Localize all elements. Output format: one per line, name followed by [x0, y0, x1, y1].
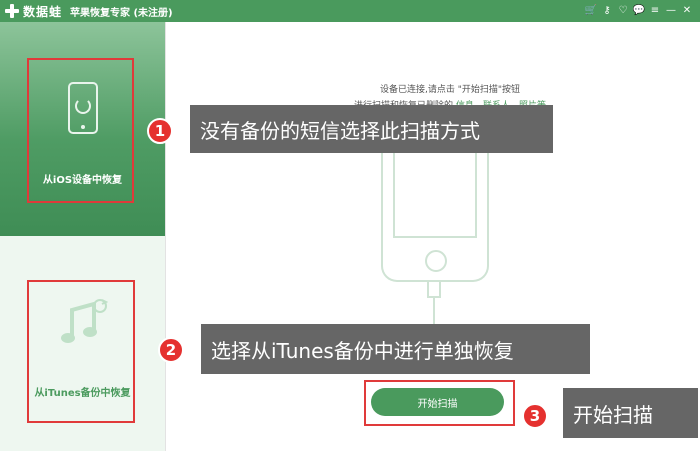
cart-icon[interactable]: 🛒 [584, 2, 598, 20]
highlight-box [27, 58, 134, 203]
heart-icon[interactable]: ♡ [616, 2, 630, 20]
cable-plug-icon [427, 282, 441, 298]
instruction-line: 设备已连接,请点击 "开始扫描"按钮 [379, 85, 520, 95]
callout-label: 开始扫描 [563, 388, 698, 438]
callout-number-badge: 2 [158, 337, 184, 363]
menu-icon[interactable]: ≡ [648, 2, 662, 20]
chat-icon[interactable]: 💬 [632, 2, 646, 20]
key-icon[interactable]: ⚷ [600, 2, 614, 20]
logo-cross-icon [4, 3, 20, 19]
callout-number-badge: 1 [147, 118, 173, 144]
app-logo: 数据蛙 [4, 2, 62, 20]
sidebar-divider [165, 22, 166, 451]
close-icon[interactable]: ✕ [680, 2, 694, 20]
highlight-box [27, 280, 135, 423]
minimize-icon[interactable]: — [664, 2, 678, 20]
title-bar: 数据蛙 苹果恢复专家 (未注册) 🛒 ⚷ ♡ 💬 ≡ — ✕ [0, 0, 700, 22]
callout-label: 选择从iTunes备份中进行单独恢复 [201, 324, 590, 374]
callout-number-badge: 3 [522, 403, 548, 429]
titlebar-controls: 🛒 ⚷ ♡ 💬 ≡ — ✕ [584, 2, 694, 20]
highlight-box [364, 380, 515, 426]
logo-text: 数据蛙 [23, 4, 63, 19]
app-title: 苹果恢复专家 (未注册) [70, 8, 173, 19]
phone-home-button [425, 250, 447, 272]
callout-label: 没有备份的短信选择此扫描方式 [190, 105, 553, 153]
